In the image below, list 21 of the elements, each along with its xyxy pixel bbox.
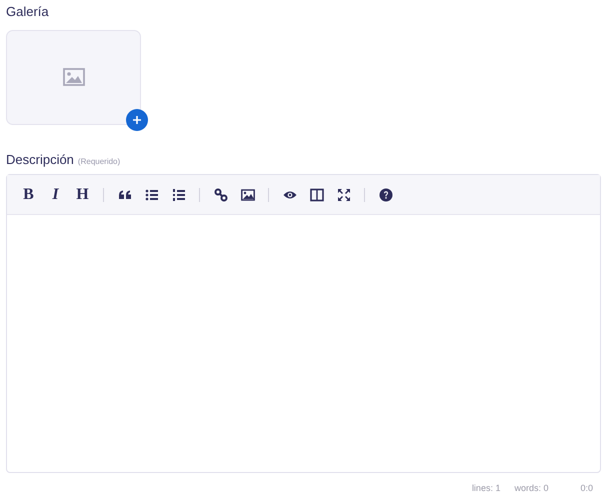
description-label: Descripción — [6, 150, 74, 169]
status-text: lines: 1 — [472, 482, 500, 492]
format-button[interactable]: B — [17, 183, 40, 206]
image-icon — [240, 188, 254, 202]
fullscreen-icon — [336, 188, 350, 202]
editor-area[interactable]: B I H — [6, 174, 601, 473]
status-text: words: 0 — [514, 482, 548, 492]
required-hint: (Requerido) — [78, 156, 120, 168]
gallery-label: Galería — [6, 3, 50, 21]
add-button[interactable] — [126, 108, 148, 130]
image-icon — [62, 68, 84, 86]
numbered-list-icon — [172, 188, 186, 202]
plus-icon — [132, 114, 142, 124]
bullet-list-icon — [144, 188, 158, 202]
link-icon — [214, 188, 228, 202]
format-button[interactable]: I — [44, 183, 67, 206]
format-button[interactable]: H — [71, 183, 94, 206]
columns-icon — [310, 188, 324, 202]
help-icon — [378, 188, 392, 202]
status-text: 0:0 — [580, 482, 593, 492]
quote-icon — [118, 188, 132, 202]
